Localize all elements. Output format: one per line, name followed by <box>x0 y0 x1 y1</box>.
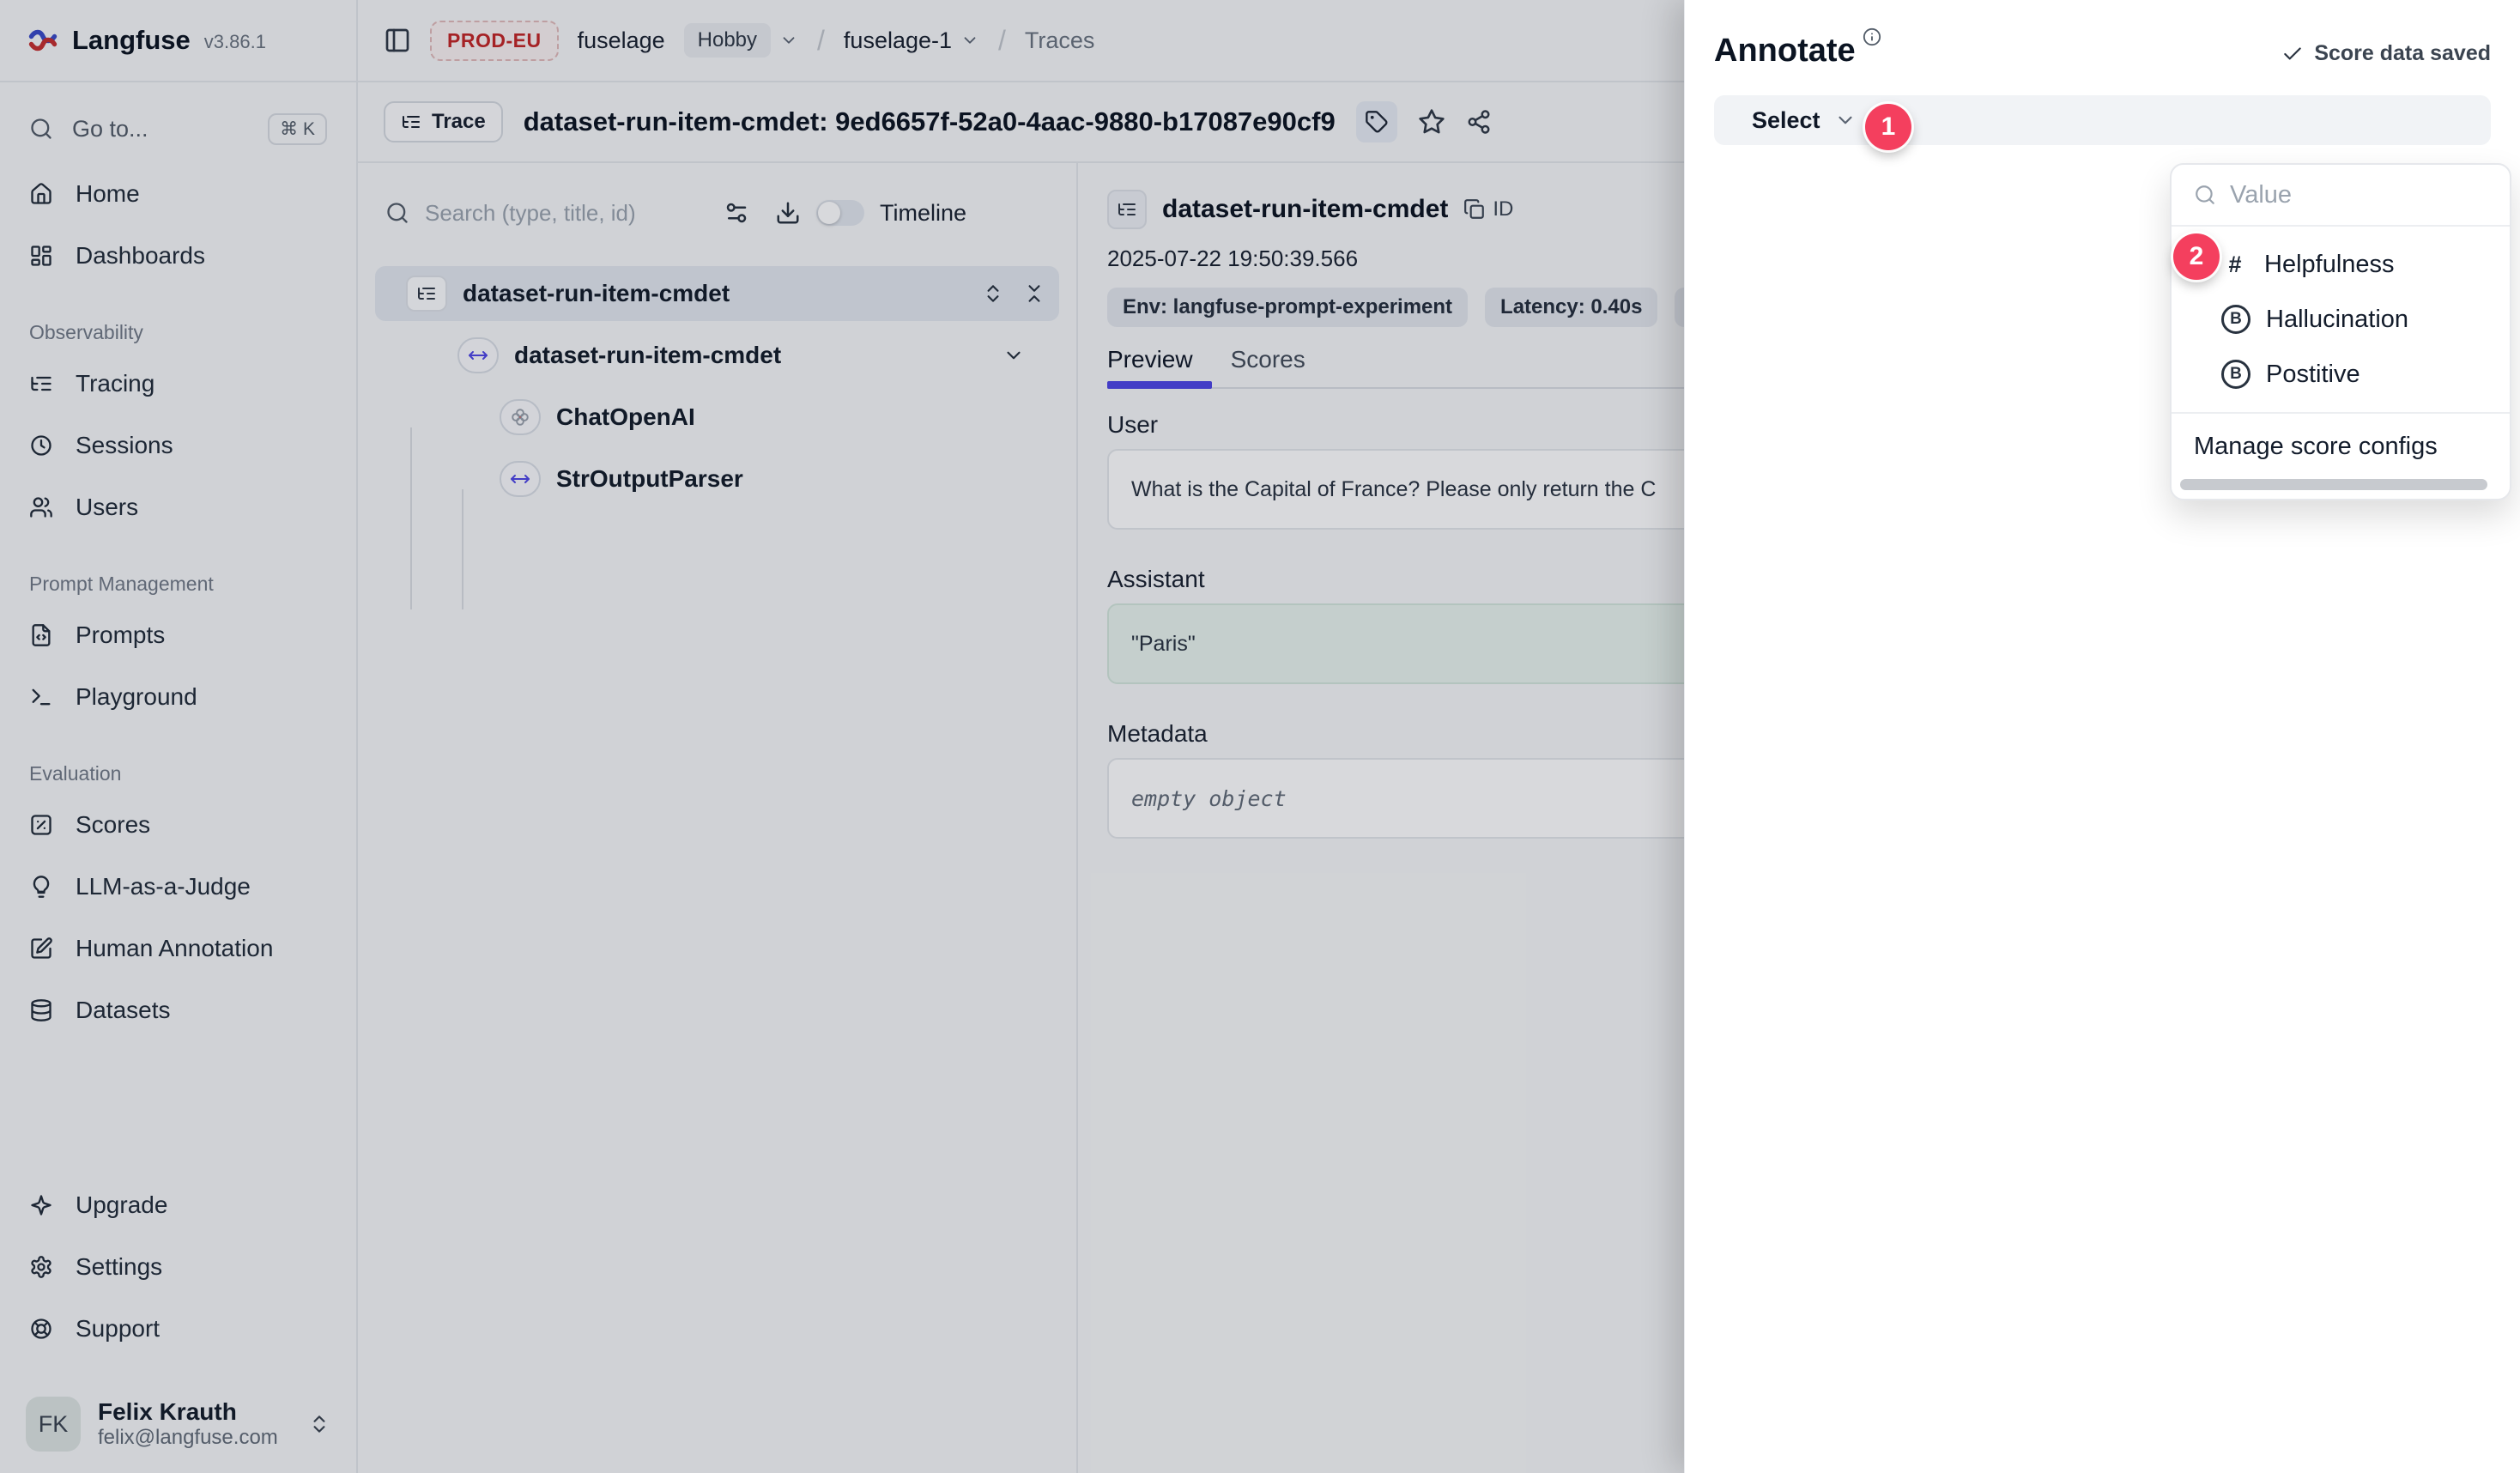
numeric-type-icon: # <box>2221 252 2249 278</box>
check-icon <box>2281 43 2304 65</box>
value-search-input[interactable] <box>2230 181 2470 209</box>
score-option-helpfulness[interactable]: # Helpfulness <box>2172 237 2510 292</box>
boolean-type-icon: B <box>2221 360 2250 389</box>
score-option-label: Helpfulness <box>2264 251 2395 279</box>
step-marker-2: 2 <box>2173 233 2220 280</box>
score-option-postitive[interactable]: B Postitive <box>2172 347 2510 402</box>
score-option-label: Postitive <box>2266 361 2360 389</box>
annotate-title: Annotate <box>1714 33 1856 70</box>
popover-search-row <box>2172 165 2510 227</box>
score-option-hallucination[interactable]: B Hallucination <box>2172 292 2510 347</box>
score-config-list: # Helpfulness B Hallucination B Postitiv… <box>2172 227 2510 412</box>
info-icon <box>1863 27 1881 46</box>
save-status-text: Score data saved <box>2314 41 2491 66</box>
select-label: Select <box>1752 107 1820 134</box>
score-option-label: Hallucination <box>2266 306 2408 334</box>
search-icon <box>2194 184 2216 206</box>
score-select-dropdown[interactable]: Select <box>1714 95 2491 145</box>
score-config-popover: # Helpfulness B Hallucination B Postitiv… <box>2170 163 2511 500</box>
app-window: Langfuse v3.86.1 Go to... ⌘ K Home Dashb… <box>0 0 2520 1473</box>
horizontal-scrollbar[interactable] <box>2180 479 2487 490</box>
manage-score-configs-button[interactable]: Manage score configs <box>2172 412 2510 479</box>
chevron-down-icon <box>1834 109 1857 131</box>
save-status: Score data saved <box>2281 41 2491 66</box>
boolean-type-icon: B <box>2221 305 2250 334</box>
step-marker-1: 1 <box>1865 104 1911 150</box>
